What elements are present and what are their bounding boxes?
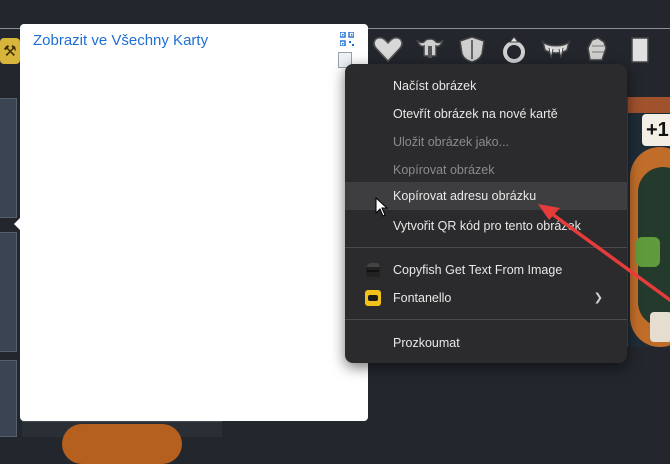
mouse-cursor-icon <box>375 197 389 217</box>
menu-item-copyfish[interactable]: Copyfish Get Text From Image <box>345 256 627 284</box>
fangs-icon[interactable] <box>540 34 572 64</box>
menu-item-load-image[interactable]: Načíst obrázek <box>345 72 627 100</box>
menu-item-label: Uložit obrázek jako... <box>393 135 510 149</box>
menu-item-label: Fontanello <box>393 291 452 305</box>
card-category-icons <box>372 34 656 64</box>
menu-item-copy-image[interactable]: Kopírovat obrázek <box>345 156 627 184</box>
chevron-right-icon: ❯ <box>593 292 603 304</box>
game-card-bottom[interactable] <box>22 420 222 464</box>
menu-item-label: Otevřít obrázek na nové kartě <box>393 107 558 121</box>
menu-item-save-image-as[interactable]: Uložit obrázek jako... <box>345 128 627 156</box>
ring-icon[interactable] <box>498 34 530 64</box>
image-preview-panel: Zobrazit ve Všechny Karty <box>20 24 368 421</box>
heart-icon[interactable] <box>372 34 404 64</box>
copyfish-icon <box>366 263 380 277</box>
menu-separator <box>345 319 627 320</box>
qr-code-icon[interactable] <box>340 32 354 46</box>
menu-item-label: Kopírovat obrázek <box>393 163 495 177</box>
menu-item-open-image-new-tab[interactable]: Otevřít obrázek na nové kartě <box>345 100 627 128</box>
menu-item-inspect[interactable]: Prozkoumat <box>345 329 627 357</box>
menu-item-label: Vytvořit QR kód pro tento obrázek <box>393 219 581 233</box>
card-value-label: +1 <box>642 114 670 146</box>
menu-item-label: Prozkoumat <box>393 336 460 350</box>
menu-item-label: Copyfish Get Text From Image <box>393 263 563 277</box>
menu-separator <box>345 247 627 248</box>
menu-item-fontanello[interactable]: Fontanello ❯ <box>345 284 627 312</box>
menu-item-label: Načíst obrázek <box>393 79 477 93</box>
scroll-icon[interactable] <box>624 34 656 64</box>
view-all-cards-link[interactable]: Zobrazit ve Všechny Karty <box>33 32 208 49</box>
hammer-icon[interactable]: ⚒ <box>0 38 20 64</box>
viking-helmet-icon[interactable] <box>414 34 446 64</box>
menu-item-label: Kopírovat adresu obrázku <box>393 189 537 203</box>
gauntlet-icon[interactable] <box>582 34 614 64</box>
left-card-tile[interactable] <box>0 232 17 352</box>
left-card-tile[interactable] <box>0 98 17 218</box>
shield-icon[interactable] <box>456 34 488 64</box>
fontanello-icon <box>365 290 381 306</box>
left-card-tile[interactable] <box>0 360 17 437</box>
